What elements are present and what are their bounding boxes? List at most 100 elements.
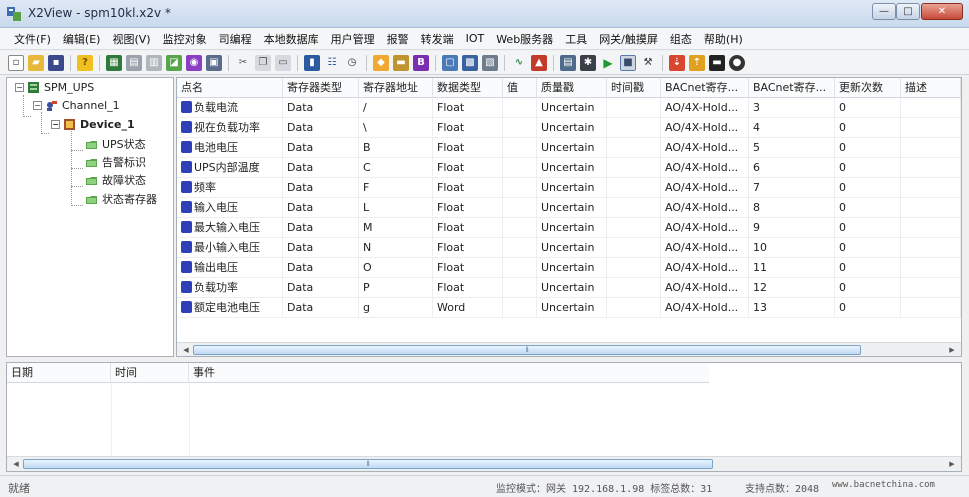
tree-channel[interactable]: − Channel_1 [33,99,120,112]
menu-help[interactable]: 帮助(H) [698,31,749,47]
menu-local-database[interactable]: 本地数据库 [258,31,325,47]
close-button[interactable]: ✕ [921,3,963,20]
table-cell-col-description [901,138,961,158]
menu-forwarding[interactable]: 转发端 [415,31,460,47]
upload-icon[interactable]: ⇡ [689,54,705,71]
table-header-col-register-address[interactable]: 寄存器地址 [359,78,433,98]
table-row[interactable]: 输出电压 Data O Float Uncertain AO/4X-Hold... 11 0 [177,258,961,278]
menu-edit[interactable]: 编辑(E) [57,31,107,47]
table-header-col-bacnet-instance[interactable]: BACnet寄存... [749,78,835,98]
menu-user-management[interactable]: 用户管理 [325,31,381,47]
scroll-left-icon[interactable]: ◀ [9,458,23,470]
tree-device[interactable]: − Device_1 [51,118,135,131]
menu-view[interactable]: 视图(V) [106,31,156,47]
log-horizontal-scrollbar[interactable]: ◀ ⦀ ▶ [7,456,961,471]
table-header-col-data-type[interactable]: 数据类型 [433,78,503,98]
save-icon[interactable]: ▪ [48,54,64,71]
table-row[interactable]: 额定电池电压 Data g Word Uncertain AO/4X-Hold... 13 0 [177,298,961,318]
table-row[interactable]: 频率 Data F Float Uncertain AO/4X-Hold... 7 0 [177,178,961,198]
horizontal-scrollbar[interactable]: ◀ ⦀ ▶ [177,342,961,356]
table-header-col-bacnet-type[interactable]: BACnet寄存... [661,78,749,98]
table-cell-col-description [901,238,961,258]
menu-tools[interactable]: 工具 [559,31,593,47]
link-icon[interactable]: ∿ [511,54,527,71]
grid-icon[interactable]: ☷ [324,54,340,71]
bold-icon[interactable]: B [413,54,429,71]
table-header-col-update-count[interactable]: 更新次数 [835,78,901,98]
copy-icon[interactable]: ❐ [255,54,271,71]
scroll-thumb[interactable]: ⦀ [193,345,861,355]
table-row[interactable]: 最小输入电压 Data N Float Uncertain AO/4X-Hold... 10… [177,238,961,258]
scroll-right-icon[interactable]: ▶ [945,344,959,356]
menu-programming[interactable]: 司编程 [213,31,258,47]
table-cell-col-bacnet-type: AO/4X-Hold... [661,158,749,178]
log-column-event[interactable]: 事件 [189,363,709,383]
lock-icon[interactable]: ▲ [531,54,547,71]
channel-icon[interactable]: ▦ [106,54,122,71]
copy-device-icon[interactable]: ▥ [146,54,162,71]
compile-icon[interactable]: ▤ [560,54,576,71]
settings-icon[interactable]: ✱ [580,54,596,71]
display-icon[interactable]: ▬ [709,54,725,71]
clock-icon[interactable]: ◷ [344,54,360,71]
table-header-col-register-type[interactable]: 寄存器类型 [283,78,359,98]
table-row[interactable]: 电池电压 Data B Float Uncertain AO/4X-Hold... 5 0 [177,138,961,158]
table-header-col-point-name[interactable]: 点名 [177,78,283,98]
network-icon[interactable]: ● [729,54,745,71]
menu-web-server[interactable]: Web服务器 [490,31,559,47]
scroll-left-icon[interactable]: ◀ [179,344,193,356]
paste-icon[interactable]: ▭ [275,54,291,71]
table-row[interactable]: 最大输入电压 Data M Float Uncertain AO/4X-Hold... 9 0 [177,218,961,238]
collapse-icon[interactable]: − [15,83,24,92]
cut-icon[interactable]: ✂ [235,54,251,71]
table-row[interactable]: UPS内部温度 Data C Float Uncertain AO/4X-Hold... 6… [177,158,961,178]
table-header-col-description[interactable]: 描述 [901,78,961,98]
tree-root[interactable]: − SPM_UPS [15,81,94,94]
open-icon[interactable]: ▰ [28,54,44,71]
menu-gateway[interactable]: 网关/触摸屏 [593,31,664,47]
help-icon[interactable]: ? [77,54,93,71]
menu-file[interactable]: 文件(F) [8,31,57,47]
table-row[interactable]: 负载功率 Data P Float Uncertain AO/4X-Hold... 12 0 [177,278,961,298]
table-header-col-quality[interactable]: 质量戳 [537,78,607,98]
export-icon[interactable]: ▧ [482,54,498,71]
view-icon[interactable]: ▮ [304,54,320,71]
collapse-icon[interactable]: − [33,101,42,110]
run-icon[interactable]: ▶ [600,54,616,71]
new-icon[interactable]: ▫ [8,54,24,71]
point-icon[interactable]: ◪ [166,54,182,71]
table-cell-col-timestamp [607,138,661,158]
tree-group-item[interactable]: 故障状态 [85,172,146,188]
table-row[interactable]: 输入电压 Data L Float Uncertain AO/4X-Hold... 8 0 [177,198,961,218]
minimize-button[interactable]: — [872,3,896,20]
menu-iot[interactable]: IOT [460,32,491,45]
tree-group-item[interactable]: UPS状态 [85,136,146,152]
tools-icon[interactable]: ⚒ [640,54,656,71]
table-cell-col-data-type: Word [433,298,503,318]
maximize-button[interactable]: □ [896,3,920,20]
property-icon[interactable]: ▣ [206,54,222,71]
table-header-col-value[interactable]: 值 [503,78,537,98]
menu-configuration[interactable]: 组态 [664,31,698,47]
tag-icon[interactable]: ◆ [373,54,389,71]
download-icon[interactable]: ⇣ [669,54,685,71]
stop-icon[interactable]: ■ [620,54,636,71]
database-icon[interactable]: ▬ [393,54,409,71]
color-icon[interactable]: ◉ [186,54,202,71]
collapse-icon[interactable]: − [51,120,60,129]
log-column-date[interactable]: 日期 [7,363,111,383]
table-row[interactable]: 视在负载功率 Data \ Float Uncertain AO/4X-Hold... 4 0 [177,118,961,138]
table-header: 点名 寄存器类型 寄存器地址 数据类型值质量戳 时间戳 BACnet寄存... BACnet… [177,78,961,98]
menu-monitor-object[interactable]: 监控对象 [157,31,213,47]
log-column-time[interactable]: 时间 [111,363,189,383]
scroll-thumb[interactable]: ⦀ [23,459,713,469]
table-row[interactable]: 负载电流 Data / Float Uncertain AO/4X-Hold... 3 0 [177,98,961,118]
scroll-right-icon[interactable]: ▶ [945,458,959,470]
screen-icon[interactable]: ▩ [462,54,478,71]
tree-group-item[interactable]: 状态寄存器 [85,191,157,207]
table-header-col-timestamp[interactable]: 时间戳 [607,78,661,98]
menu-alarm[interactable]: 报警 [381,31,415,47]
tree-group-item[interactable]: 告警标识 [85,154,146,170]
monitor-icon[interactable]: ▢ [442,54,458,71]
device-icon[interactable]: ▤ [126,54,142,71]
